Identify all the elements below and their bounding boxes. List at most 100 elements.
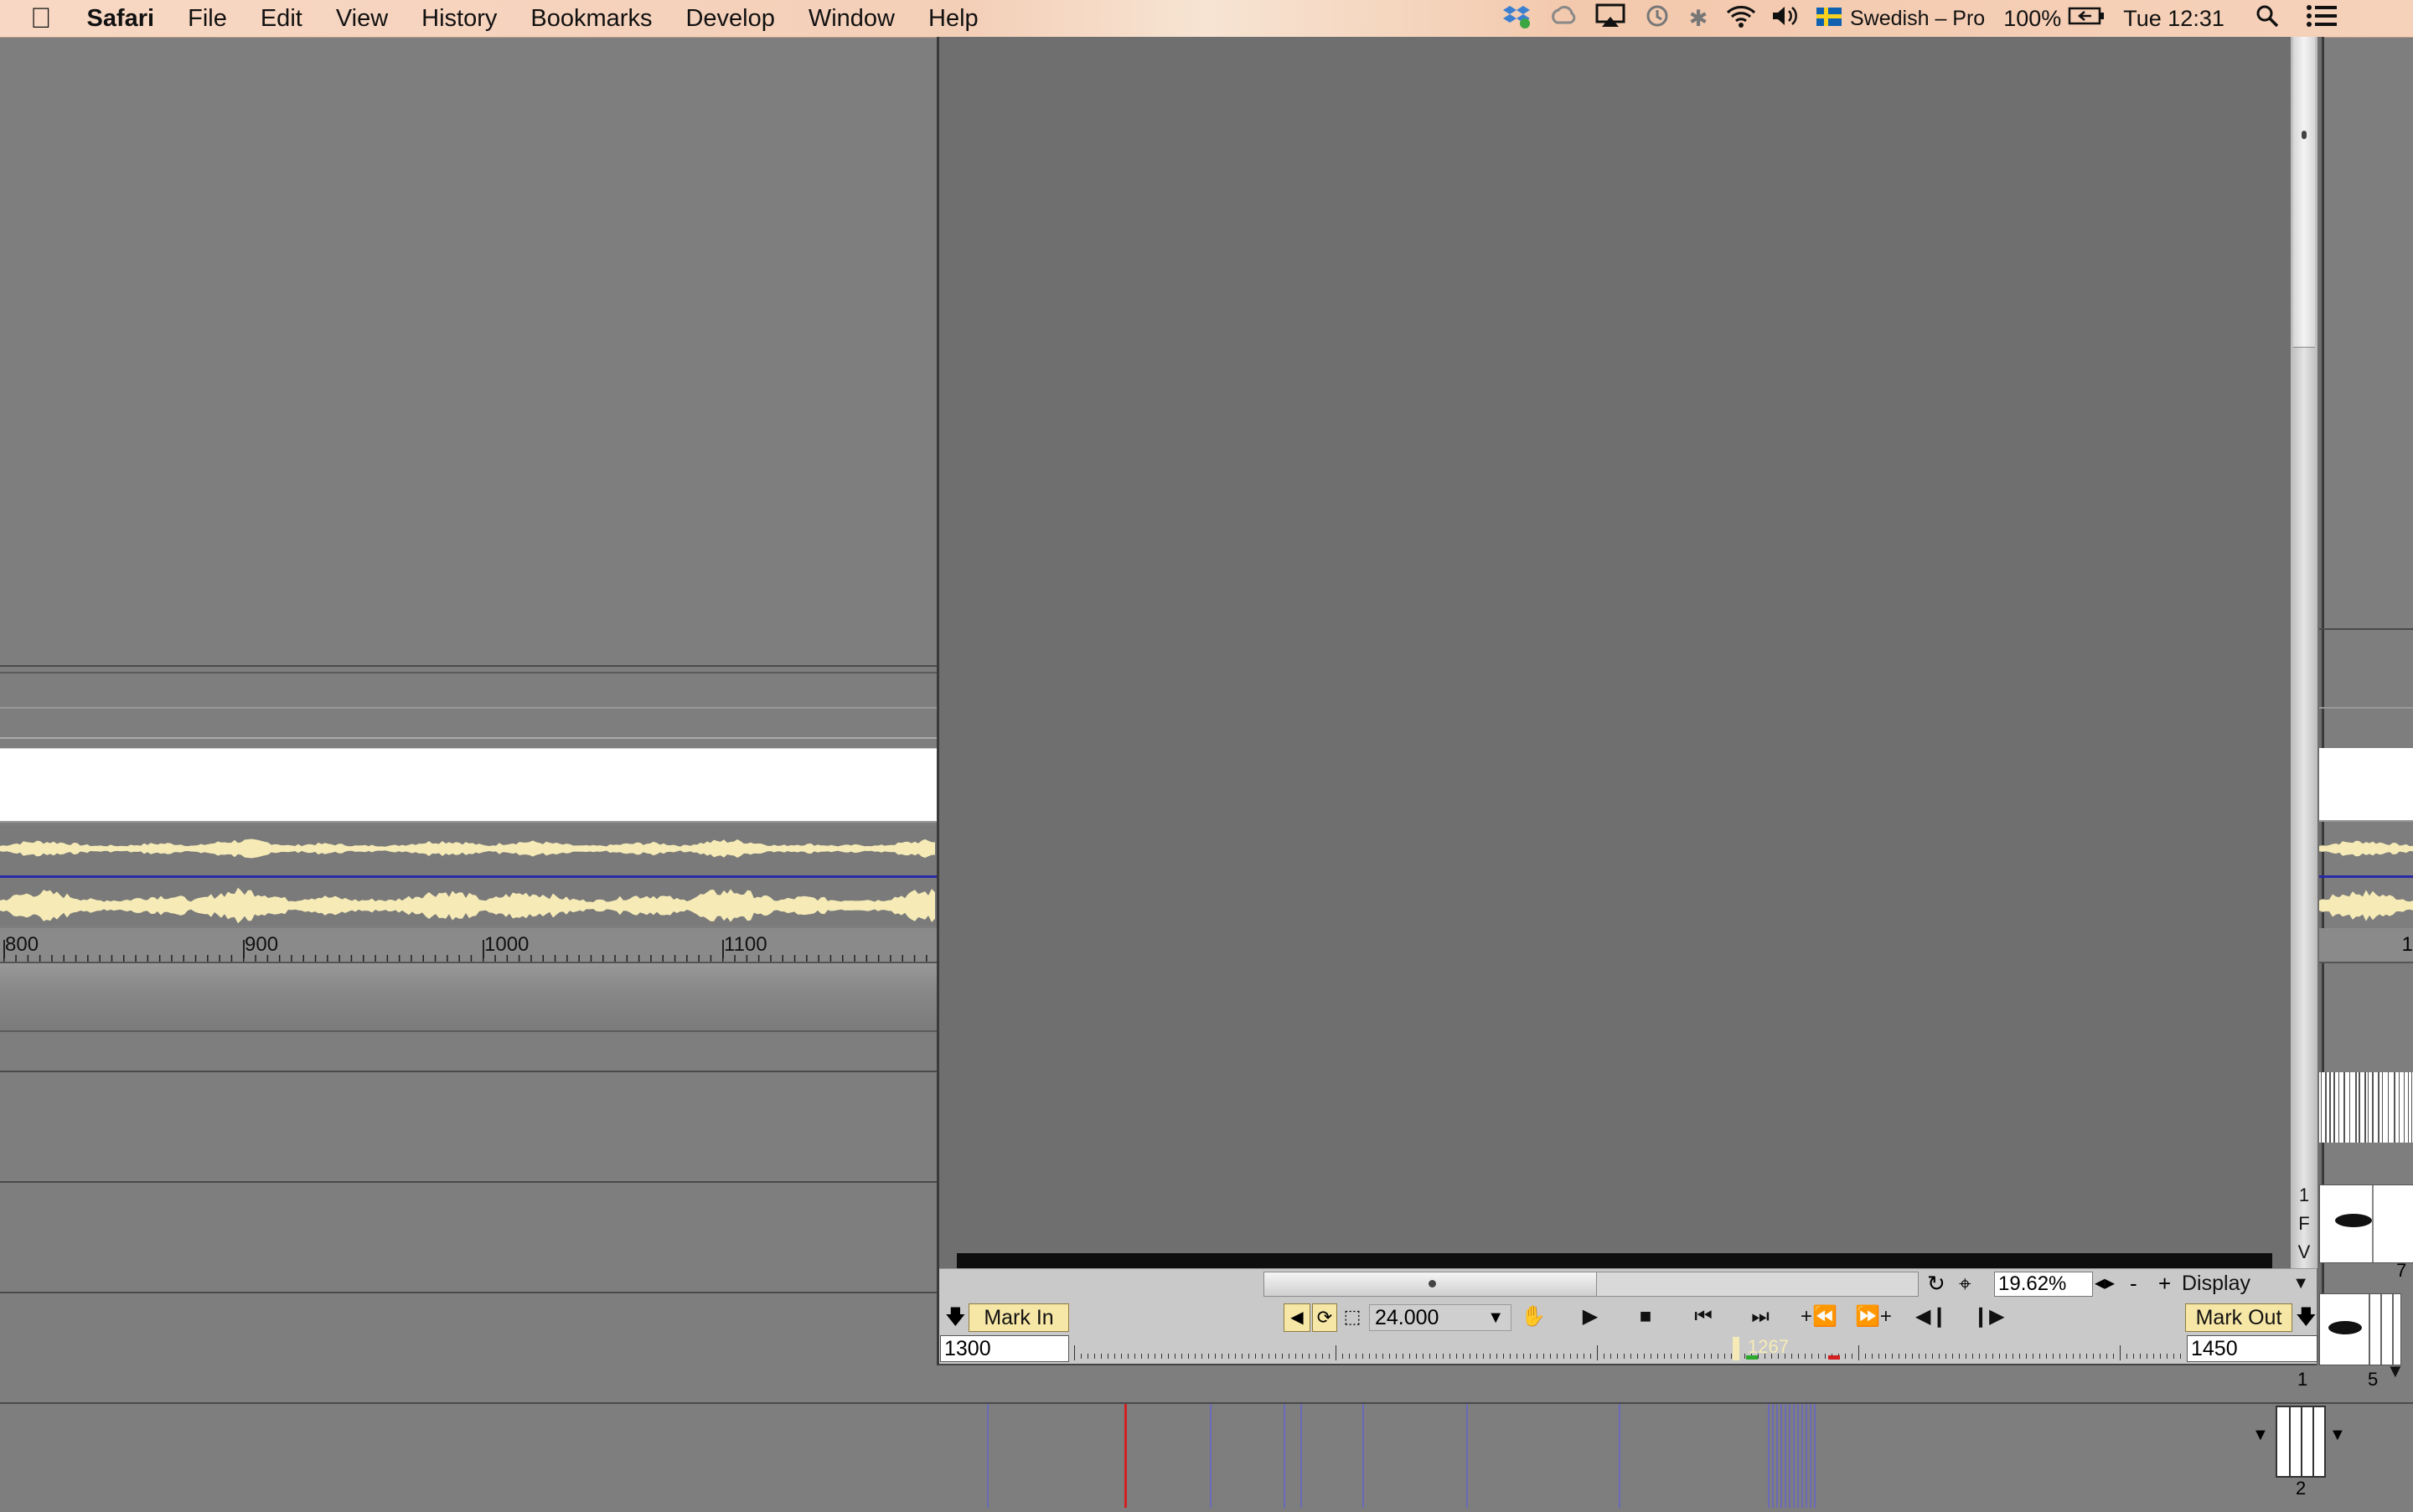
- collapse-right-arrow-icon[interactable]: ▼: [2329, 1426, 2346, 1445]
- audio-toggle-icon[interactable]: ◀: [1284, 1303, 1310, 1332]
- refresh-icon[interactable]: ↻: [1927, 1272, 1945, 1295]
- rewind-icon[interactable]: +⏪: [1796, 1303, 1842, 1330]
- scrub-tick: [1121, 1354, 1122, 1359]
- menu-app-name[interactable]: Safari: [70, 5, 172, 33]
- viewer-scroll-thumb[interactable]: [2293, 37, 2315, 348]
- scrub-tick: [2073, 1354, 2074, 1359]
- safe-area-icon[interactable]: ⬚: [1341, 1303, 1364, 1330]
- battery-icon[interactable]: [2066, 6, 2106, 32]
- menu-window[interactable]: Window: [792, 5, 912, 33]
- side-label[interactable]: V: [2292, 1238, 2316, 1267]
- notification-center-icon[interactable]: [2305, 4, 2338, 34]
- play-icon[interactable]: ▶: [1575, 1303, 1605, 1330]
- scrub-ruler[interactable]: 1267: [1074, 1337, 2182, 1360]
- ruler-minor-tick: [829, 955, 832, 962]
- ruler-minor-tick: [422, 955, 424, 962]
- scrub-tick: [1744, 1354, 1745, 1359]
- ruler-minor-tick: [842, 955, 844, 962]
- menu-view[interactable]: View: [319, 5, 405, 33]
- ruler-minor-tick: [578, 955, 580, 962]
- battery-percent[interactable]: 100%: [2003, 6, 2061, 32]
- zoom-in-button[interactable]: +: [2158, 1272, 2171, 1295]
- timeline-marker[interactable]: [1210, 1404, 1212, 1508]
- bluetooth-icon[interactable]: ✱: [1686, 6, 1711, 32]
- timeline-playhead[interactable]: [1124, 1404, 1127, 1508]
- timeline-marker[interactable]: [1300, 1404, 1302, 1508]
- ruler-minor-tick: [350, 955, 353, 962]
- zoom-out-button[interactable]: -: [2130, 1272, 2137, 1295]
- scrub-tick: [2120, 1345, 2121, 1360]
- loop-icon[interactable]: ⟳: [1312, 1303, 1337, 1332]
- timeline-marker[interactable]: [1619, 1404, 1620, 1508]
- scrub-tick: [1637, 1354, 1638, 1359]
- bottom-timeline-track[interactable]: [0, 1404, 2413, 1508]
- zoom-level-field[interactable]: 19.62%: [1994, 1272, 2093, 1297]
- mark-in-field[interactable]: 1300: [940, 1335, 1069, 1362]
- timeline-ruler[interactable]: 800 900 1000 1100: [0, 928, 937, 963]
- stop-icon[interactable]: ■: [1630, 1303, 1661, 1330]
- video-track-strip[interactable]: [0, 748, 937, 823]
- timeline-marker-cluster: [1780, 1404, 1782, 1508]
- hand-tool-icon[interactable]: ✋: [1517, 1303, 1550, 1330]
- viewer-horizontal-thumb[interactable]: [1263, 1272, 1597, 1297]
- fps-select[interactable]: 24.000 ▼: [1369, 1304, 1511, 1331]
- side-label[interactable]: 1: [2292, 1181, 2316, 1210]
- display-select[interactable]: Display ▼: [2182, 1272, 2314, 1295]
- timeline-marker[interactable]: [1466, 1404, 1468, 1508]
- center-target-icon[interactable]: ⌖: [1959, 1272, 1971, 1295]
- clip-thumbnail[interactable]: [2319, 1184, 2413, 1263]
- step-forward-icon[interactable]: ❙▶: [1972, 1303, 2005, 1330]
- channel-separator: [0, 875, 937, 878]
- menu-history[interactable]: History: [405, 5, 514, 33]
- clip-thumbnail[interactable]: [2319, 1293, 2401, 1365]
- video-track-strip[interactable]: [2319, 748, 2413, 822]
- ruler-minor-tick: [818, 955, 819, 962]
- clip-stack-thumbnail[interactable]: [2276, 1406, 2326, 1478]
- volume-icon[interactable]: [1770, 5, 1800, 33]
- ruler-minor-tick: [770, 955, 772, 962]
- airplay-icon[interactable]: [1594, 3, 1627, 34]
- scrub-tick: [1295, 1354, 1296, 1359]
- scrub-playhead[interactable]: [1733, 1337, 1739, 1360]
- mark-out-field[interactable]: 1450: [2187, 1335, 2317, 1362]
- mark-in-arrow-icon[interactable]: 🡇: [945, 1305, 966, 1330]
- go-to-end-icon[interactable]: ⏭: [1743, 1303, 1778, 1330]
- menu-bookmarks[interactable]: Bookmarks: [514, 5, 669, 33]
- mark-out-arrow-icon[interactable]: 🡇: [2296, 1305, 2317, 1330]
- spotlight-search-icon[interactable]: [2253, 4, 2281, 34]
- go-to-start-icon[interactable]: ⏮: [1686, 1303, 1721, 1330]
- fast-forward-icon[interactable]: ⏩+: [1850, 1303, 1897, 1330]
- clip-thumbnail-strip[interactable]: [2319, 1072, 2413, 1143]
- side-label[interactable]: F: [2292, 1210, 2316, 1238]
- clip-silhouette: [2335, 1185, 2374, 1262]
- scrub-tick: [2086, 1354, 2087, 1359]
- wifi-icon[interactable]: [1724, 4, 1758, 34]
- timeline-marker[interactable]: [1284, 1404, 1285, 1508]
- timeline-marker[interactable]: [1362, 1404, 1364, 1508]
- scrub-tick: [1986, 1354, 1987, 1359]
- menu-clock[interactable]: Tue 12:31: [2123, 6, 2224, 32]
- time-machine-icon[interactable]: [1642, 3, 1672, 34]
- scrub-tick: [1195, 1354, 1196, 1359]
- menu-file[interactable]: File: [171, 5, 244, 33]
- creative-cloud-icon[interactable]: [1547, 5, 1580, 32]
- timeline-marker[interactable]: [987, 1404, 989, 1508]
- dropbox-icon[interactable]: [1500, 3, 1533, 34]
- input-source-label[interactable]: Swedish – Pro: [1850, 7, 1985, 31]
- mark-out-button[interactable]: Mark Out: [2185, 1303, 2292, 1332]
- menu-help[interactable]: Help: [912, 5, 995, 33]
- expand-arrow-icon[interactable]: ▼: [2386, 1360, 2405, 1382]
- ruler-minor-tick: [458, 955, 460, 962]
- menu-edit[interactable]: Edit: [244, 5, 319, 33]
- menu-develop[interactable]: Develop: [669, 5, 791, 33]
- collapse-left-arrow-icon[interactable]: ▼: [2252, 1426, 2269, 1445]
- audio-waveform-track[interactable]: [0, 825, 937, 926]
- viewer-window[interactable]: [937, 37, 2324, 1365]
- fit-width-icon[interactable]: ◂▸: [2095, 1272, 2115, 1295]
- mark-in-button[interactable]: Mark In: [969, 1303, 1069, 1332]
- step-back-icon[interactable]: ◀❙: [1915, 1303, 1948, 1330]
- ruler-minor-tick: [602, 955, 604, 962]
- apple-menu-icon[interactable]: : [0, 3, 70, 35]
- track-header-band: [0, 963, 937, 1032]
- ruler-minor-tick: [757, 955, 760, 962]
